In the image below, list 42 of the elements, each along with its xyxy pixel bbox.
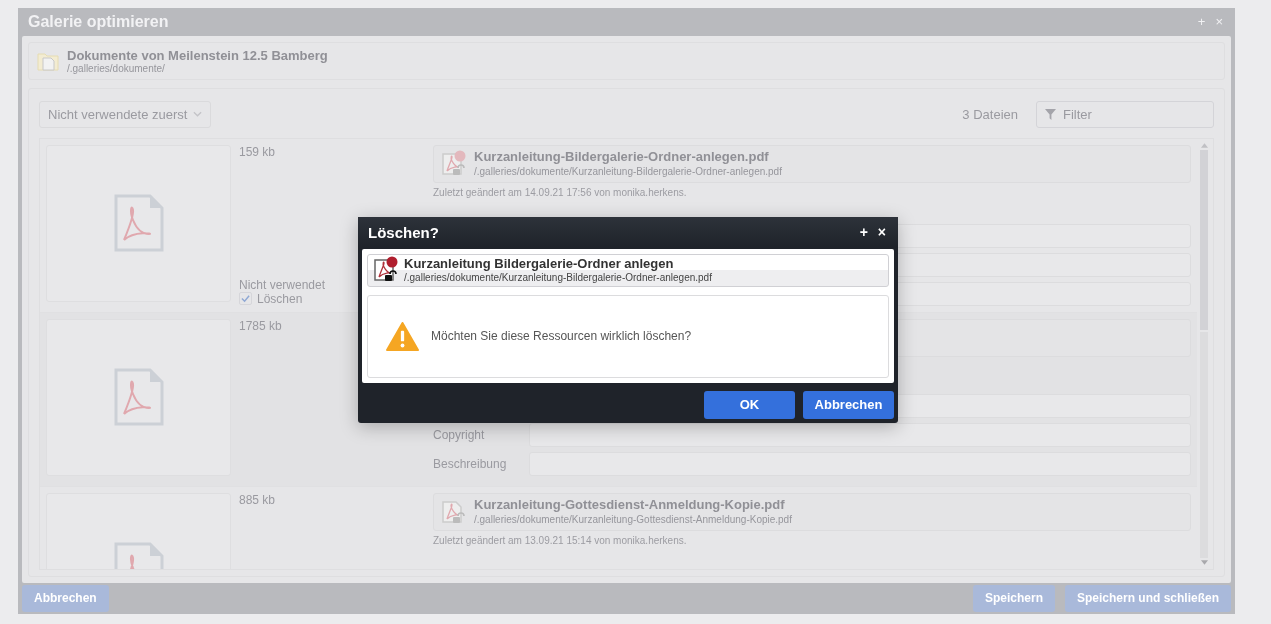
input-field[interactable] [529, 422, 1191, 447]
cancel-button[interactable]: Abbrechen [22, 584, 109, 612]
delete-checkbox[interactable] [239, 292, 252, 306]
cancel-button[interactable]: Abbrechen [803, 390, 894, 419]
window-control[interactable]: × [1213, 14, 1225, 30]
file-name: Kurzanleitung-Bildergalerie-Ordner-anlegen.pdf [474, 149, 770, 166]
modified-info: Zuletzt geändert am 13.09.21 15:14 von monika.herkens. [433, 534, 688, 546]
filter-icon [1045, 108, 1056, 120]
scrollbar[interactable] [1199, 142, 1209, 565]
filter-field[interactable]: Filter [1036, 100, 1214, 128]
window-control[interactable]: + [1195, 14, 1208, 30]
resource-title: Kurzanleitung Bildergalerie-Ordner anlegen [404, 256, 675, 273]
window-control[interactable]: × [875, 224, 888, 240]
window-title: Galerie optimieren [28, 12, 169, 31]
field-label: Copyright [433, 427, 486, 442]
file-name: Kurzanleitung-Gottesdienst-Anmeldung-Kopie.pdf [474, 497, 786, 514]
folder-icon [37, 50, 59, 71]
file-count: 3 Dateien [962, 106, 1018, 122]
file-card[interactable]: Kurzanleitung-Gottesdienst-Anmeldung-Kopie.pdf /.galleries/dokumente/Kurzanleitung-Gottesdienst-Anmeldung-Kopie.pdf [433, 492, 1191, 531]
warning-icon [386, 320, 419, 352]
save-button[interactable]: Speichern und schließen [1064, 584, 1231, 612]
pdf-file-icon [113, 368, 164, 427]
file-card[interactable]: Kurzanleitung-Bildergalerie-Ordner-anlegen.pdf /.galleries/dokumente/Kurzanleitung-Bildergalerie-Ordner-anlegen.pdf [433, 144, 1191, 183]
delete-label: Löschen [257, 291, 303, 306]
folder-path: /.galleries/dokumente/ [67, 62, 166, 74]
file-size: 159 kb [239, 144, 277, 159]
pdf-file-icon [113, 194, 164, 253]
file-size: 1785 kb [239, 318, 283, 333]
sort-dropdown[interactable]: Nicht verwendete zuerst [39, 100, 212, 128]
dialog-title: Löschen? [368, 223, 439, 241]
chevron-icon [193, 111, 203, 118]
file-size: 885 kb [239, 492, 277, 507]
field-label: Beschreibung [433, 456, 508, 471]
file-path: /.galleries/dokumente/Kurzanleitung-Bildergalerie-Ordner-anlegen.pdf [474, 165, 782, 179]
window-control[interactable]: + [857, 224, 870, 240]
ok-button[interactable]: OK [704, 390, 795, 419]
save-button[interactable]: Speichern [972, 584, 1055, 612]
file-path: /.galleries/dokumente/Kurzanleitung-Gottesdienst-Anmeldung-Kopie.pdf [474, 513, 792, 527]
resource-path: /.galleries/dokumente/Kurzanleitung-Bildergalerie-Ordner-anlegen.pdf [404, 272, 712, 285]
message-text: Möchten Sie diese Ressourcen wirklich löschen? [431, 329, 692, 344]
modified-info: Zuletzt geändert am 14.09.21 17:56 von monika.herkens. [433, 186, 688, 198]
folder-name: Dokumente von Meilenstein 12.5 Bamberg [67, 47, 328, 63]
